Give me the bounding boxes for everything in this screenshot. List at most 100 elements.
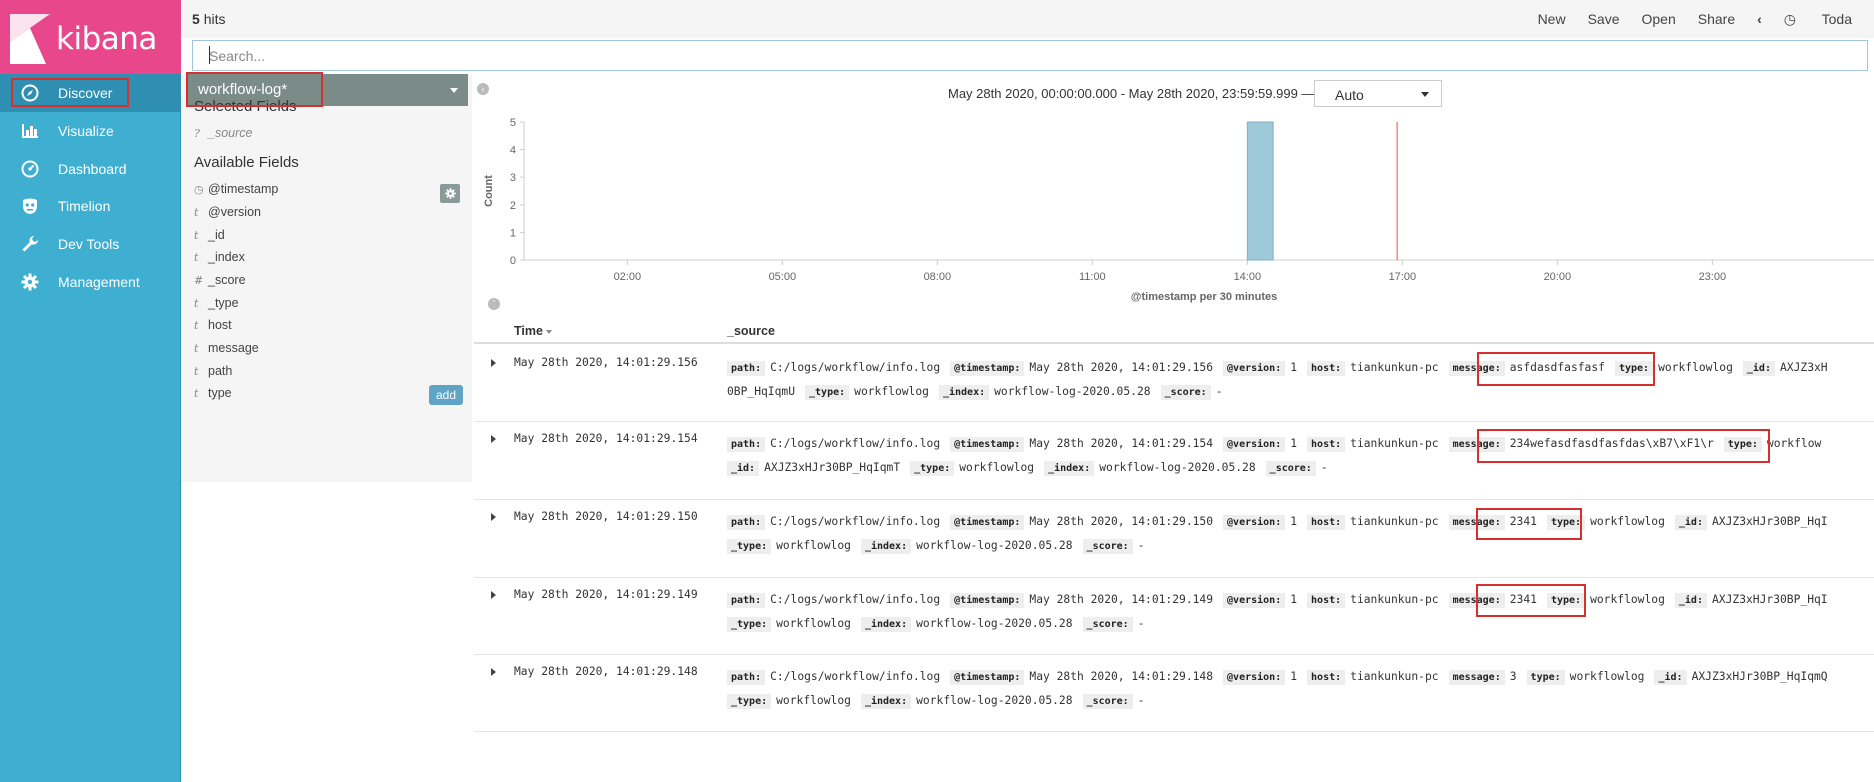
search-input[interactable] [193, 41, 1867, 70]
nav-item-management[interactable]: Management [0, 263, 181, 301]
source-field-value: tiankunkun-pc [1350, 670, 1439, 683]
source-field-value: tiankunkun-pc [1350, 361, 1439, 374]
source-field: @version: 1 [1223, 437, 1297, 452]
field-item-type-underscore[interactable]: t _type [194, 296, 239, 310]
save-button[interactable]: Save [1588, 11, 1620, 28]
table-row: May 28th 2020, 14:01:29.150 path: C:/logs/… [474, 500, 1874, 578]
chevron-left-icon[interactable]: ‹ [1757, 11, 1762, 28]
row-source: path: C:/logs/workflow/info.log @timestamp… [727, 356, 1874, 404]
field-item-path[interactable]: t path [194, 364, 232, 378]
source-field-value: tiankunkun-pc [1350, 593, 1439, 606]
source-field: _type: workflowlog [910, 461, 1034, 476]
open-button[interactable]: Open [1642, 11, 1676, 28]
source-field: host: tiankunkun-pc [1307, 437, 1439, 452]
field-item-index[interactable]: t _index [194, 250, 245, 264]
source-field-value: - [1137, 694, 1145, 707]
source-field-value: AXJZ3xH [1779, 361, 1828, 374]
source-field-key: message: [1448, 593, 1505, 608]
nav-item-label: Discover [58, 85, 113, 101]
source-field-value: C:/logs/workflow/info.log [770, 593, 941, 606]
time-picker-button[interactable]: ◷ Toda [1784, 11, 1874, 28]
kibana-logo-icon [10, 14, 50, 64]
x-tick-label: 08:00 [924, 271, 952, 283]
app-name: kibana [56, 21, 157, 57]
x-tick-label: 23:00 [1699, 271, 1727, 283]
field-item-source[interactable]: ? _source [194, 126, 252, 140]
y-tick-label: 5 [510, 117, 516, 129]
field-item-id[interactable]: t _id [194, 228, 225, 242]
source-field-key: _id: [727, 461, 760, 476]
share-button[interactable]: Share [1698, 11, 1735, 28]
new-button[interactable]: New [1538, 11, 1566, 28]
source-field-value: workflowlog [854, 385, 929, 398]
source-field-value: May 28th 2020, 14:01:29.148 [1029, 670, 1214, 683]
top-menu: New Save Open Share ‹ ◷ Toda [1538, 11, 1874, 28]
source-field-key: type: [1614, 361, 1654, 376]
chevron-up-icon: ˆ [492, 299, 496, 309]
source-field: _type: workflowlog [805, 385, 929, 400]
x-tick-label: 17:00 [1389, 271, 1417, 283]
source-field-key: path: [727, 670, 766, 685]
source-field-key: message: [1448, 361, 1505, 376]
source-field-key: _index: [938, 385, 990, 400]
nav-item-dev-tools[interactable]: Dev Tools [0, 225, 181, 263]
column-header-time[interactable]: Time [514, 324, 552, 338]
source-field: path: C:/logs/workflow/info.log [727, 593, 941, 608]
nav-item-dashboard[interactable]: Dashboard [0, 150, 181, 188]
y-tick-label: 1 [510, 227, 516, 239]
source-field-value: C:/logs/workflow/info.log [770, 515, 941, 528]
add-field-button[interactable]: add [429, 385, 463, 405]
source-field-key: _index: [860, 539, 912, 554]
source-field-value: - [1320, 461, 1328, 474]
row-time: May 28th 2020, 14:01:29.148 [514, 665, 698, 678]
caret-down-icon [1421, 92, 1429, 97]
field-item-version[interactable]: t @version [194, 205, 261, 219]
source-field-key: _type: [727, 694, 772, 709]
source-field-key: message: [1448, 515, 1505, 530]
source-field: @version: 1 [1223, 670, 1297, 685]
expand-row-icon[interactable] [491, 359, 496, 367]
source-field: _type: workflowlog [727, 694, 851, 709]
expand-row-icon[interactable] [491, 591, 496, 599]
string-type-icon: t [194, 228, 199, 242]
source-field-key: path: [727, 437, 766, 452]
source-field-key: _index: [860, 694, 912, 709]
histogram-chart: 0 1 2 3 4 5 02:00 05:00 08:00 11:00 14:00 17:00 20:0… [474, 114, 1874, 314]
source-field: _type: workflowlog [727, 539, 851, 554]
field-settings-button[interactable] [440, 184, 460, 203]
source-field: _index: workflow-log-2020.05.28 [1044, 461, 1256, 476]
field-item-type[interactable]: t type [194, 386, 232, 400]
y-tick-label: 4 [510, 145, 516, 157]
expand-row-icon[interactable] [491, 435, 496, 443]
nav-item-discover[interactable]: Discover [0, 74, 181, 112]
field-item-score[interactable]: # _score [194, 273, 246, 287]
source-field-value: 2341 [1509, 515, 1537, 528]
table-row: May 28th 2020, 14:01:29.149 path: C:/logs/… [474, 578, 1874, 655]
field-item-host[interactable]: t host [194, 318, 232, 332]
source-field-value: workflow [1766, 437, 1822, 450]
source-field-value: tiankunkun-pc [1350, 437, 1439, 450]
expand-row-icon[interactable] [491, 513, 496, 521]
field-item-timestamp[interactable]: ◷ @timestamp [194, 182, 278, 196]
source-field-key: _score: [1082, 539, 1133, 554]
source-field: host: tiankunkun-pc [1307, 515, 1439, 530]
source-field-key: @timestamp: [950, 593, 1025, 608]
source-field-value: workflow-log-2020.05.28 [1099, 461, 1256, 474]
nav-item-visualize[interactable]: Visualize [0, 112, 181, 150]
string-type-icon: t [194, 364, 199, 378]
interval-select[interactable]: Auto [1314, 80, 1442, 107]
source-field-value: workflow-log-2020.05.28 [994, 385, 1151, 398]
y-tick-label: 3 [510, 172, 516, 184]
caret-down-icon [450, 88, 458, 93]
source-field: @timestamp: May 28th 2020, 14:01:29.149 [950, 593, 1213, 608]
source-field-value: May 28th 2020, 14:01:29.154 [1029, 437, 1214, 450]
collapse-chart-button[interactable]: ˆ [488, 298, 500, 310]
field-item-message[interactable]: t message [194, 341, 259, 355]
histogram-svg: 0 1 2 3 4 5 02:00 05:00 08:00 11:00 14:00 17:00 20:0… [483, 117, 1874, 303]
sort-desc-icon [545, 329, 552, 334]
table-row: May 28th 2020, 14:01:29.148 path: C:/logs/… [474, 655, 1874, 732]
collapse-sidebar-button[interactable]: ‹ [477, 83, 489, 95]
nav-item-timelion[interactable]: Timelion [0, 187, 181, 225]
kibana-logo[interactable]: kibana [0, 0, 181, 78]
expand-row-icon[interactable] [491, 668, 496, 676]
